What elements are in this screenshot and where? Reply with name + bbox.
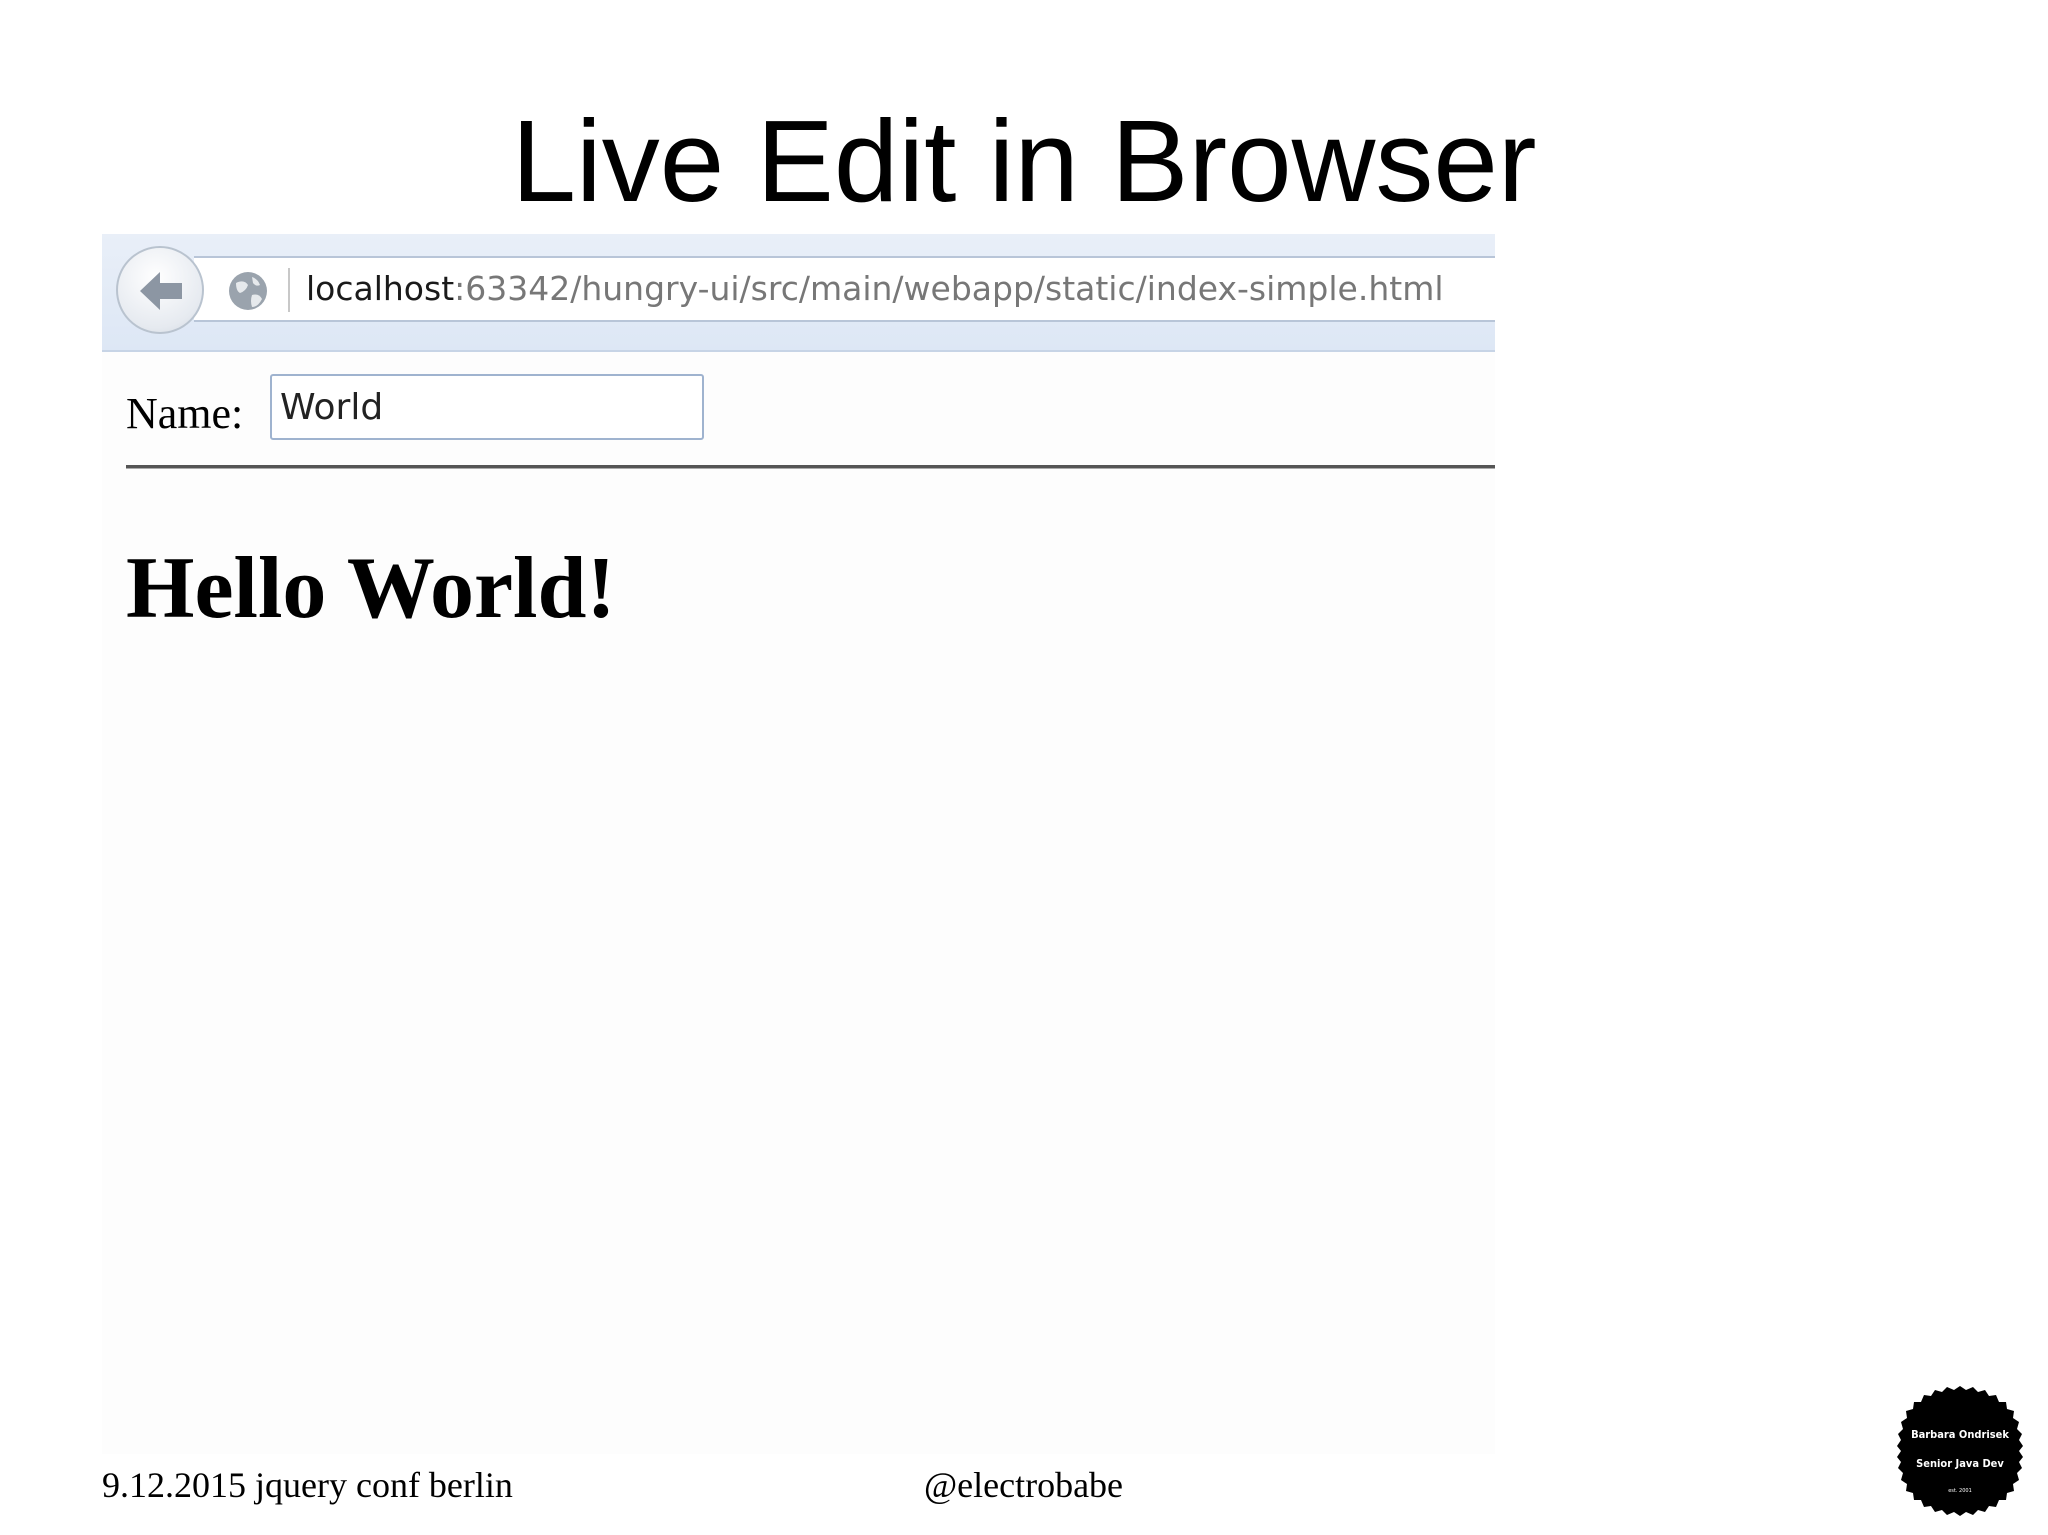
url-text[interactable]: localhost:63342/hungry-ui/src/main/webap…: [306, 266, 1444, 312]
address-bar[interactable]: localhost:63342/hungry-ui/src/main/webap…: [194, 256, 1495, 322]
browser-toolbar: localhost:63342/hungry-ui/src/main/webap…: [102, 234, 1495, 352]
author-badge-logo: Barbara Ondrisek Senior Java Dev est. 20…: [1890, 1384, 2030, 1524]
slide-title: Live Edit in Browser: [511, 96, 1537, 226]
url-host: localhost: [306, 269, 455, 308]
horizontal-rule: [126, 465, 1495, 469]
name-label: Name:: [126, 389, 244, 438]
greeting-heading: Hello World!: [126, 540, 616, 637]
footer-handle: @electrobabe: [924, 1465, 1124, 1505]
svg-text:Barbara Ondrisek: Barbara Ondrisek: [1911, 1428, 2009, 1441]
footer-event: 9.12.2015 jquery conf berlin: [102, 1465, 513, 1505]
svg-text:est. 2001: est. 2001: [1948, 1488, 1972, 1494]
browser-screenshot: localhost:63342/hungry-ui/src/main/webap…: [102, 234, 1495, 1454]
svg-text:Senior Java Dev: Senior Java Dev: [1916, 1457, 2004, 1470]
globe-icon: [226, 269, 270, 318]
url-divider: [288, 268, 290, 312]
url-path: :63342/hungry-ui/src/main/webapp/static/…: [454, 269, 1444, 308]
back-button[interactable]: [116, 246, 204, 334]
name-input[interactable]: [270, 374, 704, 440]
